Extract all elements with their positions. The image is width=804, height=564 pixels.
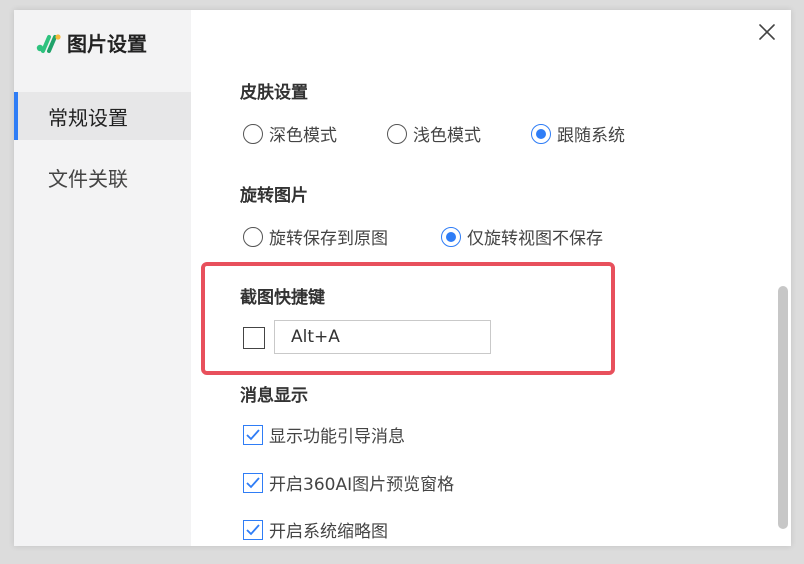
option-label: 深色模式	[269, 126, 337, 146]
app-title: 图片设置	[67, 32, 147, 56]
sidebar-item-label: 常规设置	[48, 105, 128, 130]
brand: 图片设置	[36, 28, 147, 57]
option-label: 开启系统缩略图	[269, 522, 388, 542]
360-logo-icon	[36, 31, 62, 55]
radio-light-mode[interactable]: 浅色模式	[387, 121, 481, 146]
rotate-section-title: 旋转图片	[240, 186, 308, 206]
checkbox-system-thumbnail[interactable]: 开启系统缩略图	[243, 517, 388, 542]
screenshot-section-title: 截图快捷键	[240, 288, 325, 308]
option-label: 跟随系统	[557, 126, 625, 146]
checkbox-checked-icon	[243, 519, 263, 540]
radio-icon	[387, 123, 407, 144]
radio-checked-icon	[531, 123, 551, 144]
settings-dialog: 图片设置 常规设置 文件关联 皮肤设置 深色模式 浅色模式 跟随系统 旋转图片 …	[14, 10, 791, 546]
radio-icon	[243, 123, 263, 144]
radio-icon	[243, 226, 263, 247]
checkbox-checked-icon	[243, 472, 263, 493]
screenshot-hotkey-checkbox[interactable]	[243, 327, 271, 349]
highlight-box	[201, 262, 615, 375]
radio-checked-icon	[441, 226, 461, 247]
option-label: 仅旋转视图不保存	[467, 229, 603, 249]
settings-content: 皮肤设置 深色模式 浅色模式 跟随系统 旋转图片 旋转保存到原图 仅旋转视图不保…	[191, 10, 791, 546]
radio-rotate-view-only[interactable]: 仅旋转视图不保存	[441, 224, 603, 249]
checkbox-feature-guide[interactable]: 显示功能引导消息	[243, 422, 405, 447]
radio-rotate-save[interactable]: 旋转保存到原图	[243, 224, 388, 249]
option-label: 旋转保存到原图	[269, 229, 388, 249]
checkbox-checked-icon	[243, 424, 263, 445]
hotkey-input[interactable]: Alt+A	[274, 320, 491, 354]
checkbox-icon	[243, 327, 265, 349]
checkbox-ai-preview[interactable]: 开启360AI图片预览窗格	[243, 470, 454, 495]
skin-section-title: 皮肤设置	[240, 83, 308, 103]
messages-section-title: 消息显示	[240, 386, 308, 406]
sidebar-item-label: 文件关联	[48, 166, 128, 191]
sidebar-item-file-association[interactable]: 文件关联	[14, 153, 191, 201]
radio-follow-system[interactable]: 跟随系统	[531, 121, 625, 146]
hotkey-value: Alt+A	[291, 327, 340, 347]
option-label: 浅色模式	[413, 126, 481, 146]
sidebar: 图片设置 常规设置 文件关联	[14, 10, 191, 546]
sidebar-item-general[interactable]: 常规设置	[14, 92, 191, 140]
radio-dark-mode[interactable]: 深色模式	[243, 121, 337, 146]
scrollbar-thumb[interactable]	[778, 286, 788, 529]
option-label: 显示功能引导消息	[269, 427, 405, 447]
option-label: 开启360AI图片预览窗格	[269, 475, 455, 495]
